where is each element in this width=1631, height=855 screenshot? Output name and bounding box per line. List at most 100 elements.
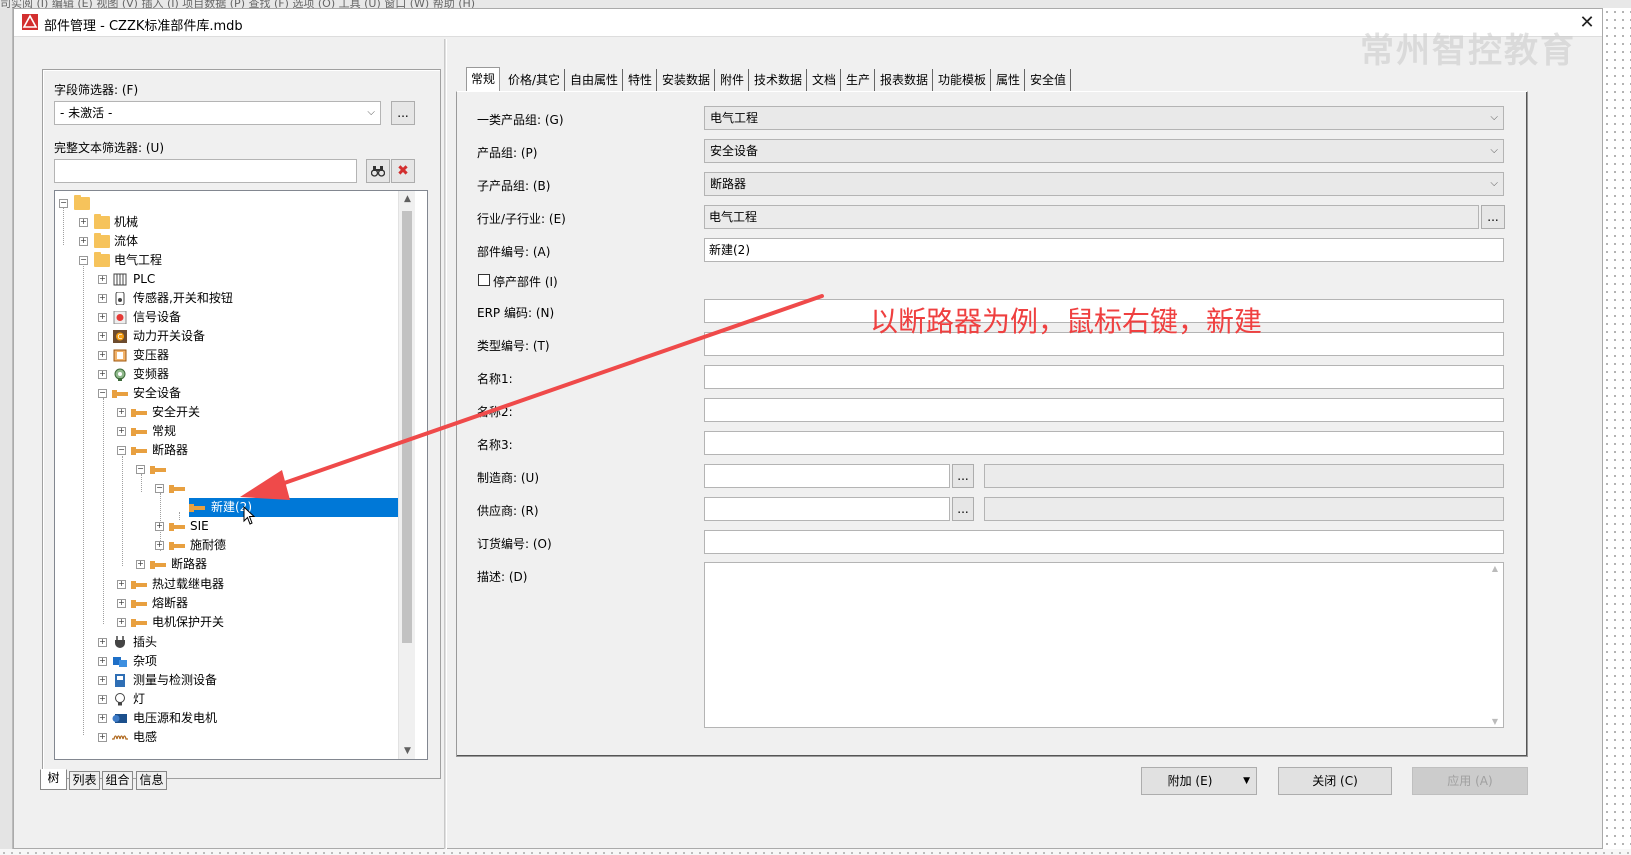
close-button[interactable]: 关闭 (C) (1278, 767, 1392, 795)
manufacturer-field[interactable] (704, 464, 950, 488)
tree-node-label: 插头 (133, 635, 158, 649)
tree-node-label: PLC (133, 272, 156, 286)
tab-accessories[interactable]: 附件 (716, 69, 750, 91)
part-number-field[interactable]: 新建(2) (704, 238, 1504, 262)
binoculars-search-button[interactable] (366, 159, 390, 183)
supplier-browse-button[interactable]: ... (952, 497, 974, 521)
tree-node-new-part-selected[interactable]: 新建(2) (189, 498, 398, 517)
field-filter-browse-button[interactable]: ... (391, 101, 415, 125)
industry-browse-button[interactable]: ... (1481, 205, 1505, 229)
expand-icon[interactable]: + (79, 237, 88, 246)
scroll-up-icon[interactable]: ▲ (1488, 564, 1502, 573)
tab-function-template[interactable]: 功能模板 (934, 69, 992, 91)
folder-icon (94, 252, 110, 267)
tab-free-properties[interactable]: 自由属性 (566, 69, 624, 91)
tab-combination[interactable]: 组合 (102, 771, 133, 790)
tab-report-data[interactable]: 报表数据 (876, 69, 934, 91)
tab-safety-values[interactable]: 安全值 (1026, 69, 1072, 91)
expand-icon[interactable]: + (155, 541, 164, 550)
product-group-1-dropdown[interactable]: 电气工程 ⌵ (704, 106, 1504, 130)
description-textarea[interactable]: ▲ ▼ (704, 562, 1504, 728)
collapse-icon[interactable]: − (136, 465, 145, 474)
tab-technical-data[interactable]: 技术数据 (750, 69, 808, 91)
eplan-app-icon (22, 14, 38, 30)
expand-icon[interactable]: + (98, 676, 107, 685)
product-group-1-value: 电气工程 (710, 111, 759, 125)
expand-icon[interactable]: + (98, 351, 107, 360)
tab-tree[interactable]: 树 (40, 769, 67, 790)
watermark: 常州智控教育 (1360, 31, 1576, 71)
expand-icon[interactable]: + (98, 695, 107, 704)
collapse-icon[interactable]: − (79, 256, 88, 265)
property-tabs: 常规 价格/其它 自由属性 特性 安装数据 附件 技术数据 文档 生产 报表数据… (466, 67, 1586, 92)
expand-icon[interactable]: + (117, 599, 126, 608)
meter-icon (115, 674, 125, 687)
collapse-icon[interactable]: − (98, 389, 107, 398)
tab-documents[interactable]: 文档 (808, 69, 842, 91)
industry-field[interactable]: 电气工程 (704, 205, 1479, 229)
part-group-icon (150, 466, 166, 474)
expand-icon[interactable]: + (117, 408, 126, 417)
expand-icon[interactable]: + (98, 657, 107, 666)
tree-line (83, 263, 84, 735)
name1-field[interactable] (704, 365, 1504, 389)
collapse-icon[interactable]: − (59, 199, 68, 208)
clear-filter-button[interactable]: ✖ (391, 159, 415, 183)
tree-node-label: 电机保护开关 (152, 615, 225, 629)
expand-icon[interactable]: + (117, 618, 126, 627)
panel-splitter[interactable] (444, 39, 447, 849)
tree-node-label: 杂项 (133, 654, 158, 668)
field-filter-dropdown[interactable]: - 未激活 - ⌵ (54, 101, 381, 125)
expand-icon[interactable]: + (98, 332, 107, 341)
plug-icon (115, 636, 125, 648)
tree-node-label: 变压器 (133, 348, 170, 362)
collapse-icon[interactable]: − (155, 484, 164, 493)
expand-icon[interactable]: + (98, 313, 107, 322)
supplier-field[interactable] (704, 497, 950, 521)
name3-field[interactable] (704, 431, 1504, 455)
expand-icon[interactable]: + (98, 733, 107, 742)
scroll-down-icon[interactable]: ▼ (1488, 717, 1502, 726)
name2-field[interactable] (704, 398, 1504, 422)
expand-icon[interactable]: + (98, 275, 107, 284)
description-label: 描述: (D) (477, 570, 528, 584)
tab-price-other[interactable]: 价格/其它 (504, 69, 566, 91)
tab-characteristics[interactable]: 特性 (624, 69, 658, 91)
close-window-button[interactable]: ✕ (1574, 11, 1600, 35)
extra-button[interactable]: 附加 (E) ▼ (1141, 767, 1257, 795)
tab-general[interactable]: 常规 (466, 67, 501, 92)
full-text-filter-input[interactable] (54, 159, 357, 183)
tree-scrollbar[interactable]: ▲ ▼ (398, 191, 415, 759)
description-scrollbar[interactable]: ▲ ▼ (1488, 564, 1502, 726)
manufacturer-browse-button[interactable]: ... (952, 464, 974, 488)
expand-icon[interactable]: + (155, 522, 164, 531)
tree-node-label: 变频器 (133, 367, 170, 381)
expand-icon[interactable]: + (136, 560, 145, 569)
scroll-down-icon[interactable]: ▼ (399, 743, 416, 759)
tab-properties[interactable]: 属性 (992, 69, 1026, 91)
expand-icon[interactable]: + (117, 580, 126, 589)
apply-button[interactable]: 应用 (A) (1412, 767, 1528, 795)
expand-icon[interactable]: + (98, 638, 107, 647)
tab-production[interactable]: 生产 (842, 69, 876, 91)
product-group-dropdown[interactable]: 安全设备 ⌵ (704, 139, 1504, 163)
discontinued-checkbox[interactable] (478, 274, 490, 286)
red-x-icon: ✖ (397, 163, 409, 179)
expand-icon[interactable]: + (98, 370, 107, 379)
expand-icon[interactable]: + (79, 218, 88, 227)
expand-icon[interactable]: + (98, 294, 107, 303)
expand-icon[interactable]: + (117, 427, 126, 436)
sub-product-group-dropdown[interactable]: 断路器 ⌵ (704, 172, 1504, 196)
tab-list[interactable]: 列表 (69, 771, 100, 790)
tab-mounting-data[interactable]: 安装数据 (658, 69, 716, 91)
collapse-icon[interactable]: − (117, 446, 126, 455)
expand-icon[interactable]: + (98, 714, 107, 723)
parts-tree[interactable]: − + 机械 + 流体 − 电气工程 + PLC + 传感器,开关和按钮 + 信… (54, 190, 428, 760)
order-number-field[interactable] (704, 530, 1504, 554)
scroll-up-icon[interactable]: ▲ (399, 191, 416, 207)
background-menubar: 司实阅 (I) 编辑 (E) 视图 (V) 插入 (I) 项目数据 (P) 查找… (0, 0, 1631, 8)
tab-info[interactable]: 信息 (136, 771, 167, 790)
tree-line (63, 205, 64, 245)
scrollbar-thumb[interactable] (402, 211, 412, 643)
type-number-label: 类型编号: (T) (477, 339, 550, 353)
